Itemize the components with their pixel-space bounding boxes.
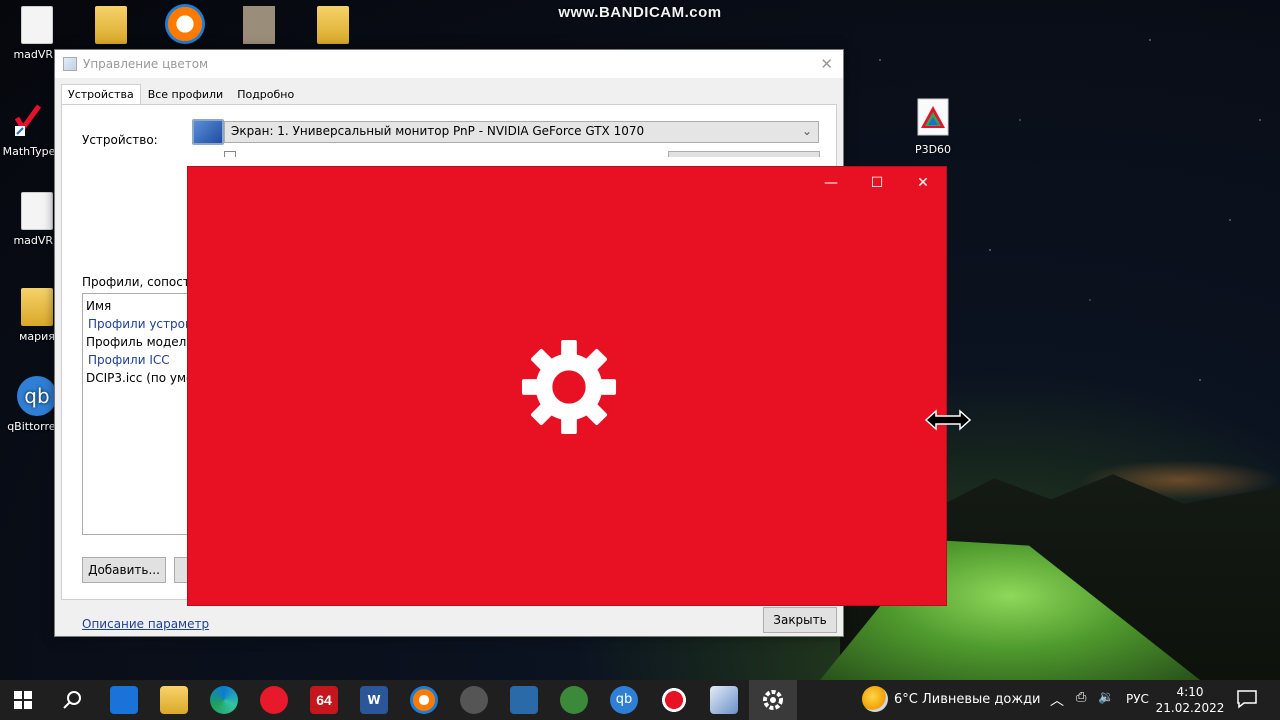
tab-devices[interactable]: Устройства: [61, 84, 141, 104]
resize-cursor-icon: [924, 409, 972, 431]
weather-icon[interactable]: [862, 686, 888, 712]
color-management-icon: [63, 57, 77, 71]
chevron-up-icon[interactable]: ︿: [1050, 690, 1064, 710]
tab-bar: Устройства Все профили Подробно: [61, 84, 301, 104]
settings-taskbar-icon[interactable]: [759, 686, 787, 714]
desktop-icon-photo[interactable]: [224, 6, 294, 48]
add-button[interactable]: Добавить...: [82, 557, 166, 583]
search-icon[interactable]: [62, 690, 82, 710]
settings-gear-icon: [521, 339, 617, 435]
camera-icon[interactable]: ⎙: [1076, 690, 1086, 705]
color-management-taskbar-icon[interactable]: [710, 686, 738, 714]
app-icon[interactable]: [460, 686, 488, 714]
window-title: Управление цветом: [83, 57, 209, 71]
desktop-icon-p3d60[interactable]: P3D60: [898, 98, 968, 156]
file-icon: [21, 6, 53, 44]
list-group-device-profiles: Профили устройст: [88, 317, 192, 331]
screen-app-icon[interactable]: [510, 686, 538, 714]
taskbar: 64 W qb 6°C Ливневые дожди ︿ ⎙ 🔉 РУС 4:1…: [0, 680, 1280, 720]
mathtype-icon: [14, 104, 42, 136]
minimize-icon[interactable]: —: [816, 175, 846, 191]
language-indicator[interactable]: РУС: [1126, 692, 1149, 706]
mail-icon[interactable]: [110, 686, 138, 714]
qbittorrent-taskbar-icon[interactable]: qb: [610, 686, 638, 714]
close-icon[interactable]: ✕: [820, 55, 833, 73]
photo-icon: [243, 6, 275, 44]
xbox-icon[interactable]: [560, 686, 588, 714]
device-select[interactable]: Экран: 1. Универсальный монитор PnP - NV…: [224, 121, 819, 143]
monitor-icon: [192, 119, 224, 145]
folder-icon: [317, 6, 349, 44]
device-select-value: Экран: 1. Универсальный монитор PnP - NV…: [231, 124, 645, 138]
media-player-icon: [165, 4, 205, 44]
chevron-down-icon: ⌄: [801, 124, 812, 138]
bandicam-watermark: www.BANDICAM.com: [558, 4, 722, 21]
close-button[interactable]: Закрыть: [763, 607, 837, 633]
folder-icon: [95, 6, 127, 44]
maximize-icon[interactable]: ☐: [862, 175, 892, 191]
list-group-icc-profiles: Профили ICC: [88, 353, 170, 367]
folder-icon: [21, 288, 53, 326]
file-icon: [21, 192, 53, 230]
profiles-list[interactable]: Имя Профили устройст Профиль модели в Пр…: [82, 293, 192, 535]
description-link[interactable]: Описание параметр: [82, 617, 209, 631]
clock-date: 21.02.2022: [1155, 701, 1225, 715]
weather-text[interactable]: 6°C Ливневые дожди: [894, 692, 1041, 707]
word-icon[interactable]: W: [360, 686, 388, 714]
desktop-icon-folder-1[interactable]: [76, 6, 146, 48]
tab-all-profiles[interactable]: Все профили: [141, 84, 231, 104]
checkbox-partial[interactable]: [224, 151, 236, 157]
clock-time: 4:10: [1176, 685, 1204, 699]
list-item[interactable]: Профиль модели в: [86, 333, 191, 351]
close-icon[interactable]: ✕: [908, 175, 938, 191]
tab-advanced[interactable]: Подробно: [230, 84, 301, 104]
list-item[interactable]: DCIP3.icc (по умолч: [86, 369, 191, 387]
clock[interactable]: 4:10 21.02.2022: [1152, 684, 1228, 716]
list-header: Имя: [86, 299, 112, 313]
edge-icon[interactable]: [210, 686, 238, 714]
windows-start-icon[interactable]: [14, 691, 32, 709]
desktop-icon-player[interactable]: [150, 4, 220, 48]
notification-icon[interactable]: [1236, 688, 1258, 710]
file-explorer-icon[interactable]: [160, 686, 188, 714]
media-player-taskbar-icon[interactable]: [410, 686, 438, 714]
device-label: Устройство:: [82, 133, 158, 147]
aida64-icon[interactable]: 64: [310, 686, 338, 714]
desktop-icon-folder-2[interactable]: [298, 6, 368, 48]
volume-icon[interactable]: 🔉: [1098, 690, 1114, 705]
yandex-browser-icon[interactable]: [260, 686, 288, 714]
qbittorrent-icon: qb: [17, 376, 57, 416]
bandicam-record-icon[interactable]: [660, 686, 688, 714]
button-partial[interactable]: [668, 151, 820, 157]
window-titlebar[interactable]: Управление цветом: [55, 50, 843, 78]
profiles-label: Профили, сопостав: [82, 275, 205, 289]
p3d-icon: [917, 98, 949, 136]
